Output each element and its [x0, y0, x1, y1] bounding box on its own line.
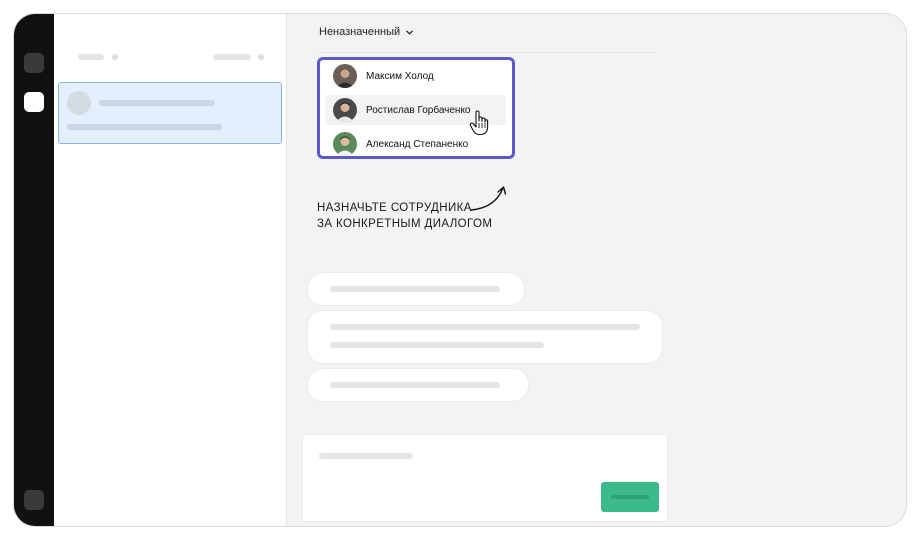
employee-name: Александ Степаненко — [366, 138, 469, 150]
hint-text: НАЗНАЧЬТЕ СОТРУДНИКА ЗА КОНКРЕТНЫМ ДИАЛО… — [317, 200, 492, 232]
sidebar-header-dot — [112, 54, 118, 60]
hint-line-2: ЗА КОНКРЕТНЫМ ДИАЛОГОМ — [317, 218, 493, 230]
message-text-placeholder — [330, 324, 640, 330]
avatar — [333, 64, 357, 88]
message-text-placeholder — [330, 382, 500, 388]
employee-name: Ростислав Горбаченко — [366, 104, 471, 116]
rail-button-active[interactable] — [24, 92, 44, 112]
avatar — [333, 132, 357, 156]
message-text-placeholder — [330, 342, 544, 348]
app-window: Неназначенный Максим Холод Ростислав Гор… — [13, 13, 907, 527]
rail-button[interactable] — [24, 53, 44, 73]
dialog-list-sidebar — [54, 14, 287, 526]
assignee-select[interactable]: Неназначенный — [319, 26, 414, 38]
message-bubble — [307, 272, 525, 306]
sidebar-filter-dot — [258, 54, 264, 60]
chevron-down-icon — [406, 30, 414, 34]
dialog-title-placeholder — [99, 100, 215, 106]
message-text-placeholder — [330, 286, 500, 292]
message-bubble — [307, 368, 529, 402]
avatar — [333, 98, 357, 122]
employee-option-1[interactable]: Максим Холод — [325, 61, 506, 91]
avatar — [67, 91, 91, 115]
header-divider — [319, 52, 654, 53]
employee-name: Максим Холод — [366, 70, 434, 82]
sidebar-filter-placeholder — [213, 54, 251, 60]
sidebar-header-placeholder — [78, 54, 104, 60]
chat-area: Неназначенный Максим Холод Ростислав Гор… — [287, 14, 906, 526]
rail-settings-button[interactable] — [24, 490, 44, 510]
assignee-select-label: Неназначенный — [319, 26, 401, 38]
message-composer[interactable] — [302, 434, 668, 522]
composer-placeholder — [319, 453, 413, 459]
hand-pointer-cursor — [469, 110, 489, 136]
hint-line-1: НАЗНАЧЬТЕ СОТРУДНИКА — [317, 202, 472, 214]
left-rail — [14, 14, 54, 526]
message-bubble — [307, 310, 663, 364]
dialog-list-item-selected[interactable] — [58, 82, 282, 144]
assignee-dropdown: Максим Холод Ростислав Горбаченко Алекса… — [317, 57, 515, 159]
send-button[interactable] — [601, 482, 659, 512]
dialog-preview-placeholder — [67, 124, 222, 130]
send-button-label-placeholder — [611, 495, 649, 499]
